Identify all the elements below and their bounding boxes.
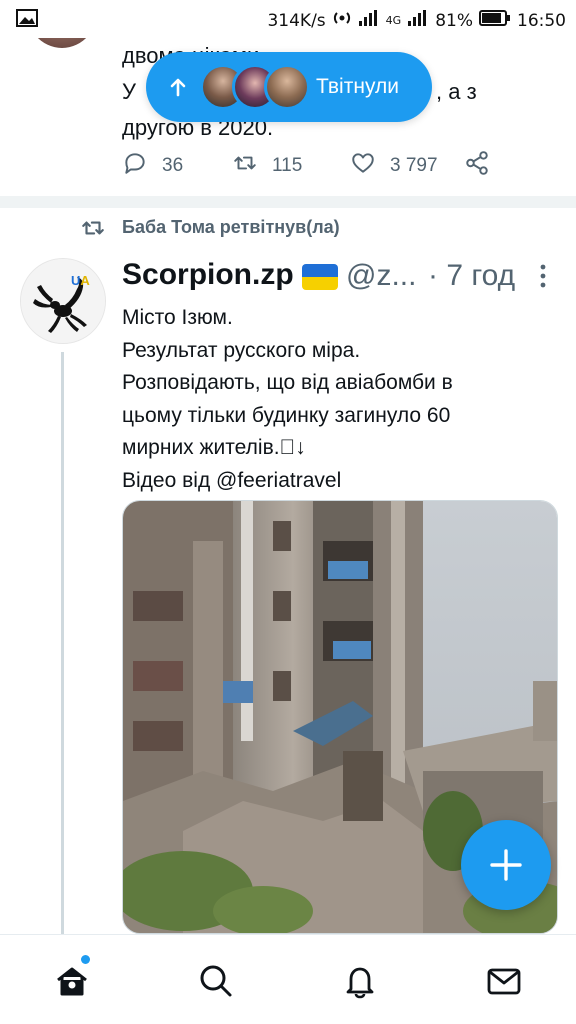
retweet-count: 115 bbox=[272, 155, 303, 176]
tweet-line: мирних жителів. ↓ bbox=[122, 436, 306, 459]
search-icon bbox=[200, 965, 232, 997]
arrow-up-icon bbox=[170, 78, 186, 97]
thread-line bbox=[61, 352, 64, 934]
previous-tweet-line: У bbox=[122, 79, 136, 104]
share-button[interactable] bbox=[464, 150, 490, 182]
speech-bubble-icon bbox=[122, 150, 148, 182]
status-bar: 314K/s 4G 81% 16:50 bbox=[0, 0, 576, 38]
tweet-text[interactable]: Місто Ізюм. Результат русского міра. Роз… bbox=[122, 302, 562, 497]
retweet-icon bbox=[80, 215, 106, 241]
battery-icon bbox=[479, 9, 511, 32]
compose-button[interactable] bbox=[461, 820, 551, 910]
scorpion-logo: UA bbox=[21, 259, 105, 343]
like-button[interactable]: 3 797 bbox=[350, 150, 438, 182]
nav-home[interactable] bbox=[54, 963, 90, 999]
tweet-line: Результат русского міра. bbox=[122, 338, 361, 362]
new-tweets-pill[interactable]: Твітнули bbox=[146, 52, 432, 122]
display-name[interactable]: Scorpion.zp bbox=[122, 258, 294, 292]
more-options-icon[interactable] bbox=[538, 264, 548, 290]
ukraine-flag-icon bbox=[302, 264, 338, 290]
clock: 16:50 bbox=[517, 10, 566, 31]
signal-icon bbox=[358, 9, 380, 32]
nav-notifications[interactable] bbox=[342, 963, 378, 999]
avatar-badge-a: A bbox=[80, 273, 90, 288]
pill-label: Твітнули bbox=[316, 75, 399, 98]
tweet-line: Відео від @feeriatravel bbox=[122, 468, 342, 492]
bell-icon bbox=[346, 967, 374, 999]
like-count: 3 797 bbox=[390, 155, 438, 176]
svg-text:UA: UA bbox=[71, 273, 90, 288]
home-notification-dot bbox=[81, 955, 90, 964]
reply-count: 36 bbox=[162, 155, 184, 176]
avatar-badge-u: U bbox=[71, 273, 80, 288]
tweet-line: Місто Ізюм. bbox=[122, 306, 233, 329]
nav-messages[interactable] bbox=[486, 963, 522, 999]
tweet-line: Розповідають, що від авіабомби в bbox=[122, 371, 453, 394]
tweet-divider bbox=[0, 196, 576, 208]
battery-percent: 81% bbox=[435, 10, 473, 31]
nav-search[interactable] bbox=[198, 963, 234, 999]
tweet-time[interactable]: · 7 год bbox=[428, 259, 515, 293]
network-speed: 314K/s bbox=[267, 10, 326, 31]
avatar bbox=[264, 64, 310, 110]
share-icon bbox=[464, 150, 490, 182]
retweet-icon bbox=[232, 150, 258, 182]
tweet-line: цьому тільки будинку загинуло 60 bbox=[122, 403, 451, 427]
retweet-header[interactable]: Баба Тома ретвітнув(ла) bbox=[122, 217, 340, 238]
plus-icon bbox=[490, 849, 522, 881]
user-handle[interactable]: @z... bbox=[346, 259, 416, 293]
reply-button[interactable]: 36 bbox=[122, 150, 183, 182]
hotspot-icon bbox=[332, 8, 352, 33]
retweet-button[interactable]: 115 bbox=[232, 150, 302, 182]
home-icon bbox=[57, 967, 87, 996]
previous-tweet-line-tail: , а з bbox=[436, 79, 477, 104]
network-type: 4G bbox=[385, 14, 402, 27]
gallery-notification-icon bbox=[16, 9, 38, 33]
pill-avatars bbox=[200, 64, 312, 110]
mail-icon bbox=[487, 968, 521, 995]
signal-icon-2 bbox=[407, 9, 429, 32]
tweet-avatar[interactable]: UA bbox=[20, 258, 106, 344]
bottom-navigation bbox=[0, 934, 576, 1024]
heart-icon bbox=[350, 150, 376, 182]
previous-tweet-actions: 36 115 3 797 bbox=[122, 150, 562, 180]
